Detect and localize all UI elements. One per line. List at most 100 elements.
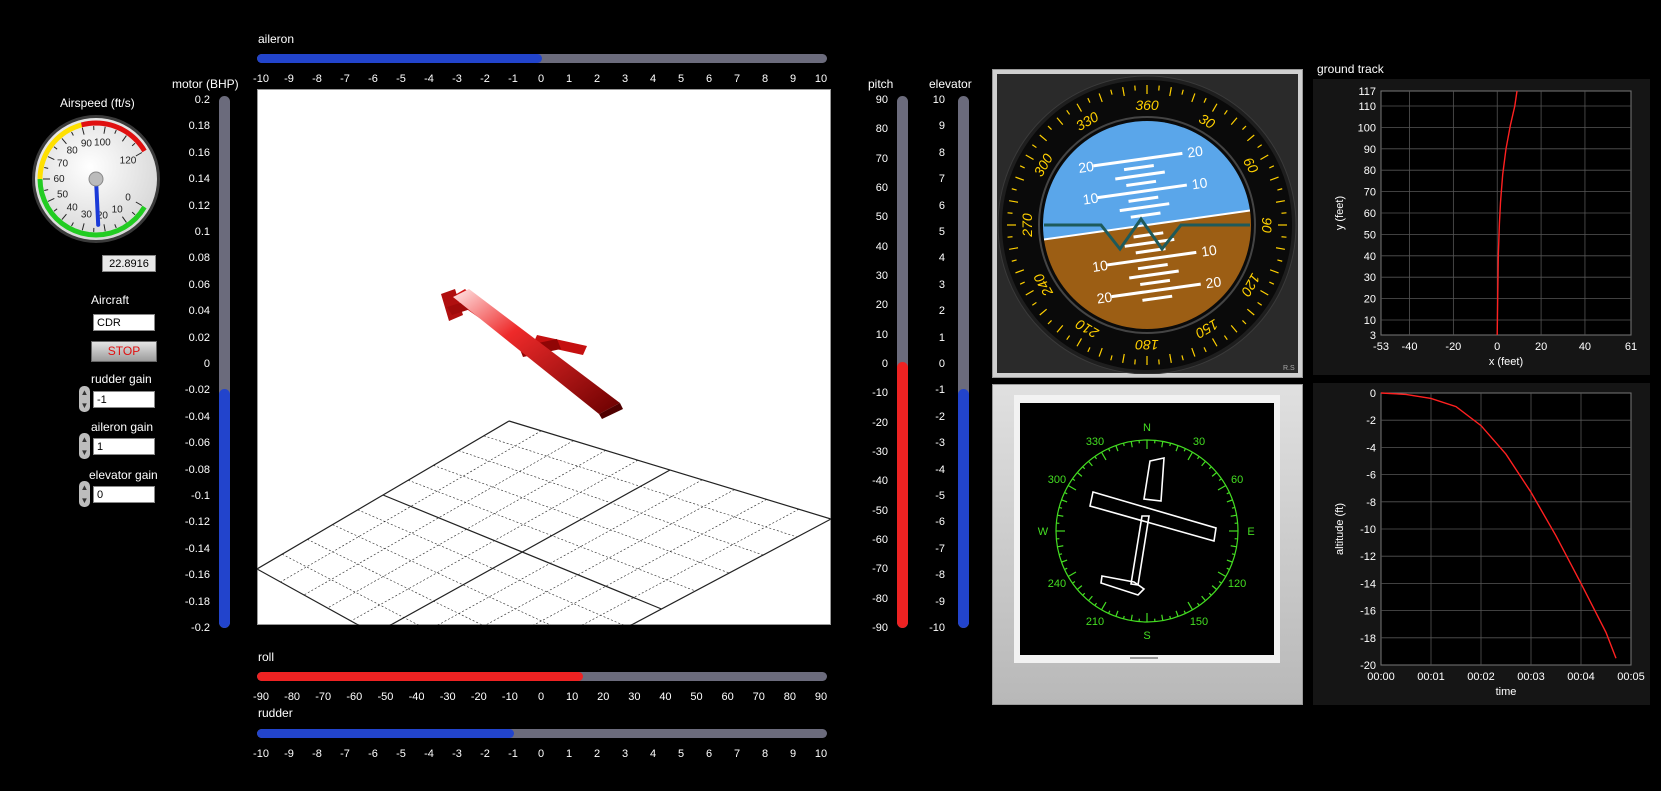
aileron-tick: 7	[733, 73, 741, 85]
compass-label: 210	[1086, 616, 1104, 628]
y-axis-label: altitude (ft)	[1334, 503, 1346, 555]
aileron-scale: -10 -9 -8 -7 -6 -5 -4 -3 -2 -1 0 1 2 3 4 5 6 7 8 9 10	[253, 73, 827, 87]
compass-label: 30	[1193, 436, 1205, 448]
rudder-tick: 9	[789, 748, 797, 760]
airspeed-gauge: 0102030405060708090 100120	[32, 115, 160, 243]
y-tick-label: 20	[1364, 294, 1376, 306]
y-tick-label: 10	[1364, 315, 1376, 327]
aileron-tick: -7	[340, 73, 350, 85]
elevator-gain-field[interactable]: 0	[93, 486, 155, 503]
x-tick-label: 0	[1494, 341, 1500, 353]
elevator-gain-stepper[interactable]: ▲ ▼	[79, 481, 90, 507]
pitch-tick: 80	[875, 123, 888, 136]
elevator-tick: 7	[938, 173, 945, 186]
roll-tick: 40	[659, 691, 672, 703]
roll-tick: -30	[439, 691, 456, 703]
pitch-slider[interactable]	[897, 96, 908, 628]
x-tick-label: 20	[1535, 341, 1547, 353]
aileron-tick: -1	[508, 73, 518, 85]
aileron-tick: -8	[312, 73, 322, 85]
airspeed-dial-label: 0	[125, 193, 131, 204]
rudder-tick: -10	[253, 748, 269, 760]
y-tick-label: 30	[1364, 272, 1376, 284]
rudder-tick: 5	[677, 748, 685, 760]
elevator-tick: -8	[935, 569, 945, 582]
altitude-chart[interactable]: 00:00 00:01 00:02 00:03 00:04 00:05 0 -2 -4 -6 -8 -…	[1313, 383, 1650, 705]
airspeed-dial-label: 10	[112, 204, 124, 215]
rudder-tick: 4	[649, 748, 657, 760]
rudder-gain-field[interactable]: -1	[93, 391, 155, 408]
aileron-gain-stepper[interactable]: ▲ ▼	[79, 433, 90, 459]
motor-tick: 0.02	[188, 331, 210, 344]
elevator-tick: 1	[938, 331, 945, 344]
elevator-slider[interactable]	[958, 96, 969, 628]
airspeed-dial-label: 50	[57, 190, 69, 201]
roll-slider[interactable]	[257, 672, 827, 681]
motor-tick: 0.16	[188, 146, 210, 159]
x-tick-label: 00:00	[1367, 671, 1395, 683]
aileron-tick: 4	[649, 73, 657, 85]
compass-label: E	[1247, 526, 1254, 538]
rudder-tick: -2	[480, 748, 490, 760]
pitch-tick: 90	[875, 94, 888, 106]
roll-tick: 20	[597, 691, 610, 703]
x-axis-label: x (feet)	[1489, 356, 1523, 368]
elevator-tick: 5	[938, 226, 945, 238]
rudder-slider[interactable]	[257, 729, 827, 738]
rudder-scale: -10 -9 -8 -7 -6 -5 -4 -3 -2 -1 0 1 2 3 4 5 6 7 8 9 10	[253, 748, 827, 762]
rudder-gain-stepper[interactable]: ▲ ▼	[79, 386, 90, 412]
rudder-tick: 7	[733, 748, 741, 760]
motor-scale: 0.2 0.18 0.16 0.14 0.12 0.1 0.08 0.06 0.04 0.02 0 -…	[170, 94, 210, 634]
aileron-slider[interactable]	[257, 54, 827, 63]
roll-tick: -20	[470, 691, 487, 703]
aileron-label: aileron	[258, 32, 295, 46]
aircraft-field[interactable]: CDR	[93, 314, 155, 331]
y-tick-label: -14	[1360, 578, 1376, 590]
y-tick-label: 50	[1364, 229, 1376, 241]
roll-tick: 90	[814, 691, 828, 703]
roll-tick: 70	[752, 691, 765, 703]
compass-label: S	[1143, 630, 1150, 642]
aircraft-3d-view[interactable]	[257, 89, 831, 625]
airspeed-readout: 22.8916	[102, 255, 156, 272]
aileron-tick: 5	[677, 73, 685, 85]
pitch-tick: -80	[872, 592, 888, 605]
motor-slider[interactable]	[219, 96, 230, 628]
rudder-tick: 2	[593, 748, 601, 760]
motor-tick: 0.1	[194, 226, 210, 238]
y-axis-label: y (feet)	[1334, 196, 1346, 230]
attitude-maker-mark: R.S	[1283, 365, 1295, 372]
y-tick-label: 117	[1358, 86, 1376, 98]
y-tick-label: -4	[1366, 442, 1376, 454]
aileron-tick: 0	[537, 73, 545, 85]
airspeed-dial-label: 80	[67, 146, 79, 157]
attitude-indicator: 360306090120150180210240270300330 202010…	[997, 75, 1297, 374]
x-axis-label: time	[1496, 686, 1517, 698]
y-tick-label: 40	[1364, 251, 1376, 263]
pitch-ladder-label: 10	[1200, 242, 1218, 260]
ground-track-chart[interactable]: -53 -40 -20 0 20 40 61 117 110 100 90 80 70 60 50 40 30 2…	[1313, 79, 1650, 375]
y-tick-label: 90	[1364, 144, 1376, 156]
roll-tick: 50	[690, 691, 703, 703]
elevator-tick: 8	[938, 146, 945, 159]
y-tick-label: -18	[1360, 633, 1376, 645]
pitch-tick: 50	[875, 211, 888, 224]
pitch-scale: 90 80 70 60 50 40 30 20 10 0 -10 -20 -30 -40 -50 -60 -70…	[858, 94, 888, 634]
compass-label: 330	[1086, 436, 1104, 448]
attitude-heading-label: 360	[1135, 97, 1159, 113]
compass-label: 240	[1048, 578, 1066, 590]
airspeed-dial-label: 120	[120, 156, 137, 167]
aileron-gain-field[interactable]: 1	[93, 438, 155, 455]
motor-tick: -0.04	[184, 410, 210, 423]
elevator-tick: 0	[938, 358, 945, 370]
pitch-tick: -10	[872, 387, 888, 400]
rudder-tick: -8	[312, 748, 322, 760]
motor-tick: 0.06	[188, 278, 210, 291]
y-tick-label: -8	[1366, 497, 1376, 509]
stop-button[interactable]: STOP	[91, 341, 157, 362]
elevator-tick: 4	[938, 252, 945, 265]
pitch-ladder-label: 10	[1191, 174, 1209, 192]
pitch-tick: -60	[872, 534, 888, 546]
y-tick-label: -6	[1366, 470, 1376, 482]
pitch-ladder-label: 20	[1205, 273, 1223, 291]
